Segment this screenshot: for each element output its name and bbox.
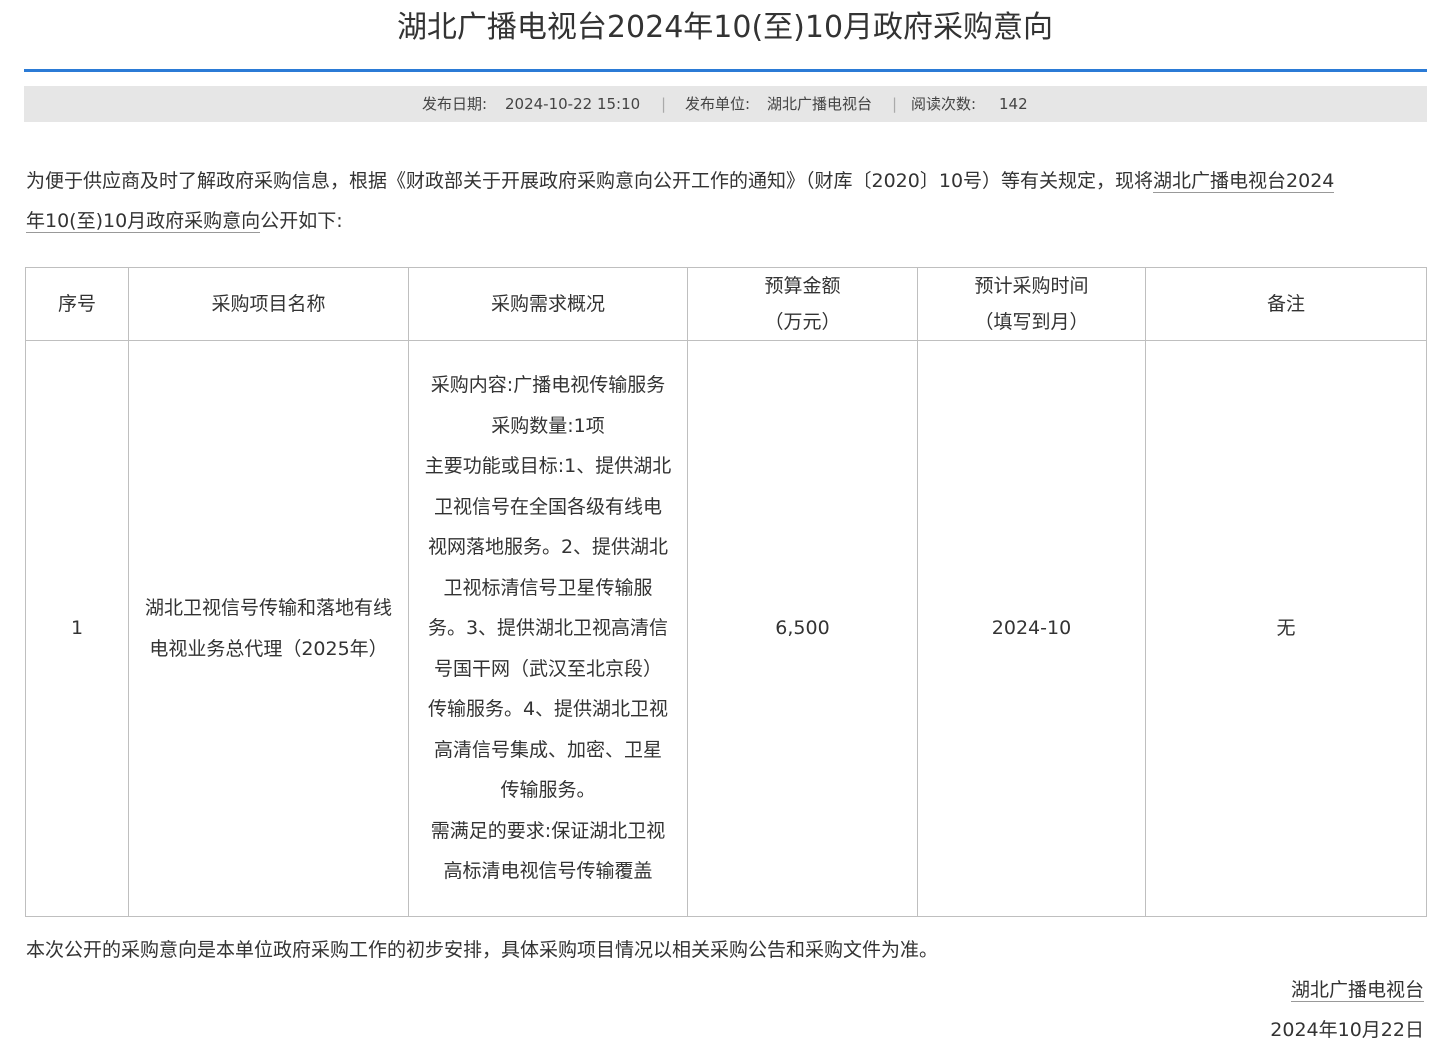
requirements-line: 卫视信号在全国各级有线电 [433, 495, 662, 518]
requirements-line: 视网落地服务。2、提供湖北 [427, 536, 669, 559]
header-time: 预计采购时间 （填写到月） [917, 267, 1146, 341]
sign-date: 2024年10月22日 [1270, 1019, 1424, 1041]
intro-link[interactable]: 湖北广播电视台2024 [1153, 170, 1335, 193]
requirements-line: 传输服务。4、提供湖北卫视 [427, 698, 669, 721]
requirements-line: 高清信号集成、加密、卫星 [433, 738, 662, 761]
signer: 湖北广播电视台 [1290, 972, 1424, 1008]
header-index: 序号 [25, 267, 129, 341]
requirements-line: 高标清电视信号传输覆盖 [443, 860, 653, 883]
meta-separator: | [892, 95, 898, 113]
intro-line: 年10(至)10月政府采购意向公开如下: [26, 201, 343, 241]
requirements-line: 号国干网（武汉至北京段） [433, 657, 662, 680]
meta-separator: | [661, 95, 667, 113]
requirements-line: 采购内容:广播电视传输服务 [430, 374, 666, 397]
table-header-row: 序号 采购项目名称 采购需求概况 预算金额 （万元） 预计采购时间 （填写到月）… [25, 267, 1427, 341]
requirements-line: 需满足的要求:保证湖北卫视 [430, 819, 666, 842]
cell-project-name: 湖北卫视信号传输和落地有线电视业务总代理（2025年） [128, 340, 409, 917]
requirements-line: 卫视标清信号卫星传输服 [443, 576, 653, 599]
intro-link[interactable]: 年10(至)10月政府采购意向 [26, 210, 261, 233]
header-requirements: 采购需求概况 [408, 267, 688, 341]
intro-text: 公开如下: [260, 210, 343, 232]
cell-requirements: 采购内容:广播电视传输服务 采购数量:1项 主要功能或目标:1、提供湖北 卫视信… [408, 340, 688, 917]
cell-index: 1 [25, 340, 129, 917]
meta-bar: 发布日期: 2024-10-22 15:10 | 发布单位: 湖北广播电视台 |… [24, 86, 1427, 122]
table-row: 1 湖北卫视信号传输和落地有线电视业务总代理（2025年） 采购内容:广播电视传… [25, 340, 1427, 917]
header-remarks: 备注 [1145, 267, 1427, 341]
requirements-line: 务。3、提供湖北卫视高清信 [427, 617, 669, 640]
page-title: 湖北广播电视台2024年10(至)10月政府采购意向 [396, 10, 1054, 45]
footnote: 本次公开的采购意向是本单位政府采购工作的初步安排，具体采购项目情况以相关采购公告… [26, 939, 939, 961]
project-name-text: 湖北卫视信号传输和落地有线电视业务总代理（2025年） [144, 597, 392, 660]
requirements-line: 主要功能或目标:1、提供湖北 [424, 455, 672, 478]
procurement-table: 序号 采购项目名称 采购需求概况 预算金额 （万元） 预计采购时间 （填写到月）… [25, 267, 1427, 917]
header-time-label: 预计采购时间 [974, 275, 1089, 297]
requirements-line: 采购数量:1项 [491, 414, 605, 437]
signer-name: 湖北广播电视台 [1290, 979, 1424, 1002]
header-time-note: （填写到月） [974, 311, 1089, 333]
cell-time: 2024-10 [917, 340, 1146, 917]
publisher-label: 发布单位: [685, 95, 751, 113]
cell-budget: 6,500 [687, 340, 918, 917]
intro-text: 为便于供应商及时了解政府采购信息，根据《财政部关于开展政府采购意向公开工作的通知… [26, 170, 1154, 192]
requirements-text: 采购内容:广播电视传输服务 采购数量:1项 主要功能或目标:1、提供湖北 卫视信… [416, 365, 680, 892]
publish-date-label: 发布日期: [422, 95, 488, 113]
header-budget: 预算金额 （万元） [687, 267, 918, 341]
publisher: 湖北广播电视台 [767, 95, 873, 113]
intro-line: 为便于供应商及时了解政府采购信息，根据《财政部关于开展政府采购意向公开工作的通知… [26, 161, 1335, 201]
cell-remarks: 无 [1145, 340, 1427, 917]
views-label: 阅读次数: [911, 95, 977, 113]
header-budget-label: 预算金额 [764, 275, 841, 297]
requirements-line: 传输服务。 [500, 779, 596, 802]
title-divider [24, 69, 1427, 72]
views-count: 142 [999, 95, 1028, 113]
header-project-name: 采购项目名称 [128, 267, 409, 341]
header-budget-unit: （万元） [764, 311, 841, 333]
publish-date: 2024-10-22 15:10 [505, 95, 641, 113]
